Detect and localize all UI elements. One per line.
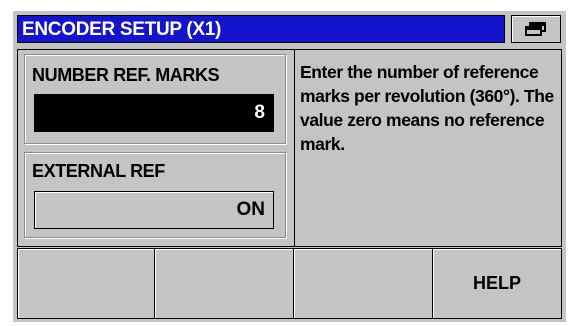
window-switch-icon [525, 22, 546, 36]
title-bar: ENCODER SETUP (X1) [17, 15, 505, 43]
panel-divider [294, 50, 295, 246]
softkey-1[interactable] [17, 248, 155, 319]
number-ref-marks-field[interactable]: 8 [34, 94, 274, 132]
softkey-3[interactable] [293, 248, 433, 319]
page-title: ENCODER SETUP (X1) [22, 19, 222, 40]
softkey-bar: HELP [17, 248, 562, 319]
softkey-2[interactable] [154, 248, 294, 319]
screen: ENCODER SETUP (X1) NUMBER REF. MARKS 8 E… [13, 11, 566, 322]
help-button[interactable]: HELP [432, 248, 562, 319]
number-ref-marks-label: NUMBER REF. MARKS [30, 64, 222, 86]
external-ref-label: EXTERNAL REF [30, 160, 167, 182]
main-panel: NUMBER REF. MARKS 8 EXTERNAL REF ON Ente… [17, 49, 562, 247]
help-text: Enter the number of reference marks per … [300, 62, 554, 154]
display-bezel: ENCODER SETUP (X1) NUMBER REF. MARKS 8 E… [0, 0, 578, 326]
window-switch-button[interactable] [511, 15, 561, 43]
external-ref-field[interactable]: ON [34, 191, 274, 229]
